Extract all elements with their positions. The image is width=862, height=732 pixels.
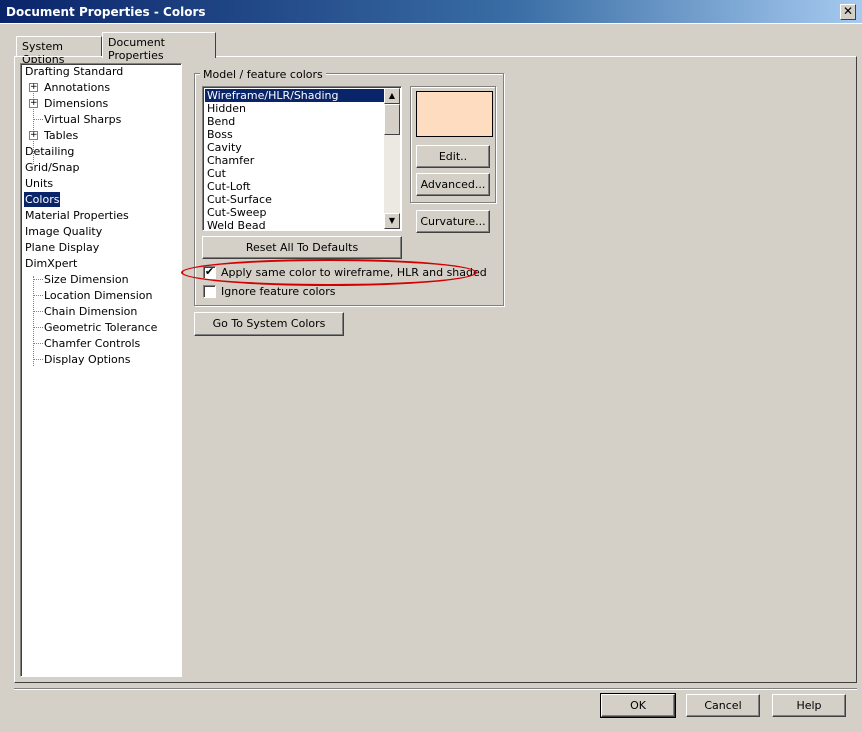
tree-item-detailing[interactable]: Detailing [25,144,74,159]
scroll-down-icon[interactable]: ▼ [384,213,400,229]
edit-button[interactable]: Edit.. [416,145,490,168]
tree-item-annotations[interactable]: Annotations [44,80,110,95]
property-tree[interactable]: Drafting Standard + Annotations + Dimens… [20,63,182,677]
footer-separator [14,688,857,690]
reset-all-defaults-button[interactable]: Reset All To Defaults [202,236,402,259]
scroll-up-icon[interactable]: ▲ [384,88,400,104]
tree-connector [33,279,43,280]
go-to-system-colors-button[interactable]: Go To System Colors [194,312,344,336]
tree-item-chain-dimension[interactable]: Chain Dimension [44,304,137,319]
tree-item-grid-snap[interactable]: Grid/Snap [25,160,79,175]
tree-connector [33,343,43,344]
tree-connector [33,311,43,312]
tree-item-plane-display[interactable]: Plane Display [25,240,99,255]
tab-document-properties[interactable]: Document Properties [102,32,216,62]
tree-item-virtual-sharps[interactable]: Virtual Sharps [44,112,121,127]
tree-item-drafting-standard[interactable]: Drafting Standard [25,64,123,79]
tree-connector [33,295,43,296]
apply-same-color-label[interactable]: Apply same color to wireframe, HLR and s… [221,266,487,279]
cancel-button-label: Cancel [704,699,742,712]
tree-connector [33,359,43,360]
list-item-bend[interactable]: Bend [205,115,385,128]
window-title: Document Properties - Colors [6,5,206,19]
tree-item-dimensions[interactable]: Dimensions [44,96,108,111]
tree-item-display-options[interactable]: Display Options [44,352,131,367]
list-item-cut[interactable]: Cut [205,167,385,180]
tree-item-tables[interactable]: Tables [44,128,78,143]
tab-system-options[interactable]: System Options [16,36,102,66]
list-item-cut-sweep[interactable]: Cut-Sweep [205,206,385,219]
ignore-feature-colors-checkbox[interactable] [203,285,216,298]
list-item-cavity[interactable]: Cavity [205,141,385,154]
ok-button-label: OK [630,699,646,712]
tree-item-dimxpert[interactable]: DimXpert [25,256,77,271]
cancel-button[interactable]: Cancel [686,694,760,717]
reset-button-label: Reset All To Defaults [245,241,359,254]
go-to-system-colors-label: Go To System Colors [212,317,326,330]
ignore-feature-colors-label[interactable]: Ignore feature colors [221,285,336,298]
curvature-button-label: Curvature... [420,215,486,228]
tree-item-chamfer-controls[interactable]: Chamfer Controls [44,336,140,351]
list-item-boss[interactable]: Boss [205,128,385,141]
tree-connector [33,327,43,328]
list-scrollbar[interactable]: ▲ ▼ [384,88,400,229]
help-button[interactable]: Help [772,694,846,717]
tree-item-size-dimension[interactable]: Size Dimension [44,272,129,287]
tree-item-colors[interactable]: Colors [22,191,62,208]
tree-connector [33,276,34,366]
ok-button[interactable]: OK [600,693,676,718]
tree-item-material-properties[interactable]: Material Properties [25,208,129,223]
advanced-button[interactable]: Advanced... [416,173,490,196]
list-item-chamfer[interactable]: Chamfer [205,154,385,167]
expand-icon[interactable]: + [29,131,38,140]
edit-button-label: Edit.. [438,150,468,163]
apply-same-color-checkbox[interactable]: ✔ [203,266,216,279]
tree-item-location-dimension[interactable]: Location Dimension [44,288,153,303]
feature-color-list[interactable]: Wireframe/HLR/Shading Hidden Bend Boss C… [202,86,402,231]
title-bar: Document Properties - Colors ✕ [0,0,862,24]
list-item-cut-loft[interactable]: Cut-Loft [205,180,385,193]
tree-item-units[interactable]: Units [25,176,53,191]
expand-icon[interactable]: + [29,99,38,108]
tab-document-properties-label: Document Properties [108,36,165,62]
tree-connector [33,119,43,120]
advanced-button-label: Advanced... [420,178,486,191]
tree-item-image-quality[interactable]: Image Quality [25,224,102,239]
list-item-weld-bead[interactable]: Weld Bead [205,219,385,230]
list-item-wireframe[interactable]: Wireframe/HLR/Shading [205,89,385,102]
list-item-hidden[interactable]: Hidden [205,102,385,115]
list-item-cut-surface[interactable]: Cut-Surface [205,193,385,206]
color-swatch [416,91,493,137]
tree-item-geometric-tolerance[interactable]: Geometric Tolerance [44,320,157,335]
curvature-button[interactable]: Curvature... [416,210,490,233]
close-icon[interactable]: ✕ [840,4,856,20]
expand-icon[interactable]: + [29,83,38,92]
help-button-label: Help [796,699,822,712]
scroll-thumb[interactable] [384,104,400,135]
group-label: Model / feature colors [200,68,326,81]
